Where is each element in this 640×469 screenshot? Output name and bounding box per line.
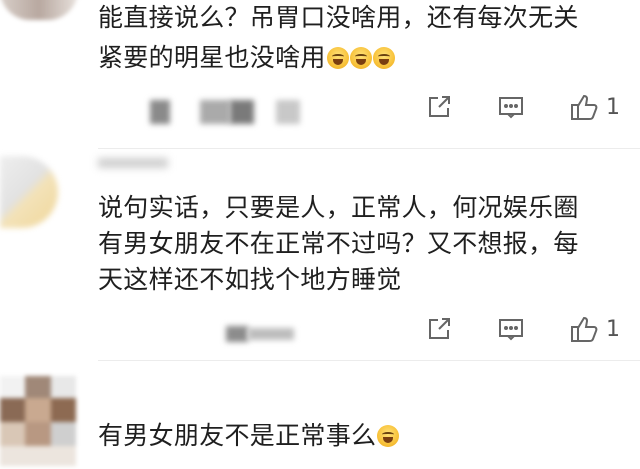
thumbs-up-icon (571, 94, 598, 120)
laughing-crying-emoji-icon (326, 47, 349, 69)
thumbs-up-icon (571, 316, 598, 342)
username-blurred (98, 158, 168, 168)
comment-3: 有男女朋友不是正常事么 (0, 362, 640, 469)
share-button[interactable] (426, 94, 452, 120)
comment-meta-blurred (150, 98, 310, 126)
avatar[interactable] (0, 0, 78, 20)
like-count: 1 (606, 316, 620, 342)
comment-text-line: 紧要的明星也没啥用 (98, 40, 620, 76)
laughing-crying-emoji-icon (377, 425, 400, 447)
like-button[interactable]: 1 (570, 93, 620, 121)
comment-icon (499, 319, 523, 341)
share-button[interactable] (426, 316, 452, 342)
reply-button[interactable] (498, 94, 524, 120)
avatar[interactable] (0, 156, 58, 228)
comment-actions: 1 (380, 90, 620, 124)
comment-icon (499, 97, 523, 119)
share-icon (429, 96, 450, 117)
laughing-crying-emoji-icon (372, 47, 395, 69)
laughing-crying-emoji-icon (349, 47, 372, 69)
comment-2: 说句实话，只要是人，正常人，何况娱乐圈 有男女朋友不在正常不过吗？又不想报，每 … (0, 150, 640, 360)
comment-meta-blurred (226, 320, 316, 348)
comment-text-line: 有男女朋友不是正常事么 (98, 418, 620, 454)
comment-text: 能直接说么？吊胃口没啥用，还有每次无关 紧要的明星也没啥用 (98, 0, 620, 76)
reply-button[interactable] (498, 316, 524, 342)
comment-text-span: 有男女朋友不是正常事么 (98, 421, 377, 450)
share-icon (429, 318, 450, 339)
avatar[interactable] (0, 376, 76, 466)
comment-actions: 1 (380, 312, 620, 346)
comment-text: 说句实话，只要是人，正常人，何况娱乐圈 有男女朋友不在正常不过吗？又不想报，每 … (98, 190, 620, 298)
comment-text-line: 天这样还不如找个地方睡觉 (98, 265, 402, 294)
comment-text-line: 能直接说么？吊胃口没啥用，还有每次无关 (98, 3, 579, 32)
comment-text-line: 说句实话，只要是人，正常人，何况娱乐圈 (98, 193, 579, 222)
like-count: 1 (606, 94, 620, 120)
like-button[interactable]: 1 (570, 315, 620, 343)
divider (98, 148, 640, 149)
comment-text-span: 紧要的明星也没啥用 (98, 43, 326, 72)
comment-1: 能直接说么？吊胃口没啥用，还有每次无关 紧要的明星也没啥用 1 (0, 0, 640, 140)
divider (98, 360, 640, 361)
comment-text: 有男女朋友不是正常事么 (98, 418, 620, 454)
comment-text-line: 有男女朋友不在正常不过吗？又不想报，每 (98, 229, 579, 258)
